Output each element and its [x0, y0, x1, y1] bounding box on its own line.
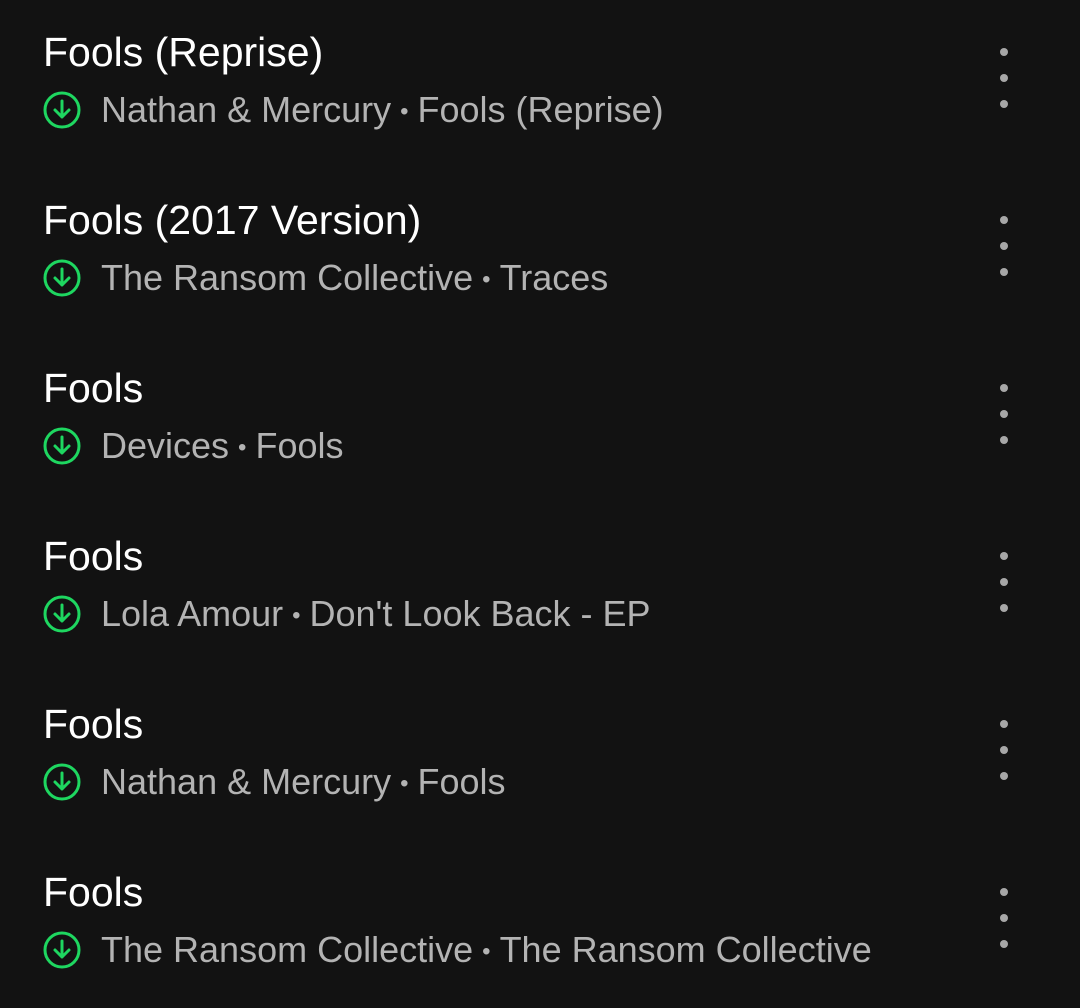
track-title: Fools (2017 Version): [43, 197, 422, 243]
more-options-icon: [1000, 242, 1008, 250]
more-options-icon: [1000, 914, 1008, 922]
track-album[interactable]: Fools: [418, 760, 506, 804]
track-list: Fools (Reprise) Nathan & Mercury • Fools…: [0, 0, 1080, 1004]
track-album[interactable]: The Ransom Collective: [500, 928, 872, 972]
more-options-icon: [1000, 746, 1008, 754]
track-album[interactable]: Fools: [255, 424, 343, 468]
track-subtitle: Lola Amour • Don't Look Back - EP: [42, 592, 651, 636]
more-options-icon: [1000, 552, 1008, 560]
more-options-button[interactable]: [980, 44, 1028, 112]
more-options-icon: [1000, 720, 1008, 728]
separator-dot: •: [482, 266, 491, 293]
track-row[interactable]: Fools Lola Amour • Don't Look Back - EP: [0, 504, 1080, 672]
track-album[interactable]: Don't Look Back - EP: [310, 592, 651, 636]
separator-dot: •: [400, 770, 409, 797]
track-subtitle: The Ransom Collective • The Ransom Colle…: [42, 928, 872, 972]
more-options-icon: [1000, 268, 1008, 276]
more-options-icon: [1000, 940, 1008, 948]
track-row[interactable]: Fools Nathan & Mercury • Fools: [0, 672, 1080, 840]
track-artist[interactable]: The Ransom Collective: [101, 256, 473, 300]
downloaded-icon: [42, 930, 82, 970]
track-artist[interactable]: Lola Amour: [101, 592, 283, 636]
more-options-icon: [1000, 410, 1008, 418]
separator-dot: •: [292, 602, 301, 629]
downloaded-icon: [42, 762, 82, 802]
more-options-button[interactable]: [980, 716, 1028, 784]
track-album[interactable]: Fools (Reprise): [418, 88, 664, 132]
downloaded-icon: [42, 426, 82, 466]
more-options-icon: [1000, 100, 1008, 108]
track-album[interactable]: Traces: [500, 256, 609, 300]
more-options-icon: [1000, 604, 1008, 612]
track-row[interactable]: Fools Devices • Fools: [0, 336, 1080, 504]
more-options-icon: [1000, 48, 1008, 56]
separator-dot: •: [482, 938, 491, 965]
downloaded-icon: [42, 594, 82, 634]
more-options-icon: [1000, 384, 1008, 392]
downloaded-icon: [42, 90, 82, 130]
more-options-icon: [1000, 772, 1008, 780]
more-options-button[interactable]: [980, 380, 1028, 448]
more-options-icon: [1000, 888, 1008, 896]
track-subtitle: Nathan & Mercury • Fools (Reprise): [42, 88, 664, 132]
track-title: Fools: [43, 869, 144, 915]
track-subtitle: Nathan & Mercury • Fools: [42, 760, 506, 804]
track-artist[interactable]: Nathan & Mercury: [101, 760, 391, 804]
track-title: Fools: [43, 701, 144, 747]
track-title: Fools: [43, 365, 144, 411]
downloaded-icon: [42, 258, 82, 298]
separator-dot: •: [238, 434, 247, 461]
track-artist[interactable]: The Ransom Collective: [101, 928, 473, 972]
separator-dot: •: [400, 98, 409, 125]
more-options-icon: [1000, 74, 1008, 82]
track-artist[interactable]: Nathan & Mercury: [101, 88, 391, 132]
more-options-button[interactable]: [980, 212, 1028, 280]
track-artist[interactable]: Devices: [101, 424, 229, 468]
track-row[interactable]: Fools (Reprise) Nathan & Mercury • Fools…: [0, 0, 1080, 168]
track-title: Fools (Reprise): [43, 29, 324, 75]
more-options-button[interactable]: [980, 884, 1028, 952]
more-options-icon: [1000, 436, 1008, 444]
more-options-button[interactable]: [980, 548, 1028, 616]
more-options-icon: [1000, 216, 1008, 224]
track-row[interactable]: Fools The Ransom Collective • The Ransom…: [0, 840, 1080, 1008]
track-subtitle: The Ransom Collective • Traces: [42, 256, 608, 300]
track-subtitle: Devices • Fools: [42, 424, 343, 468]
track-title: Fools: [43, 533, 144, 579]
track-row[interactable]: Fools (2017 Version) The Ransom Collecti…: [0, 168, 1080, 336]
more-options-icon: [1000, 578, 1008, 586]
